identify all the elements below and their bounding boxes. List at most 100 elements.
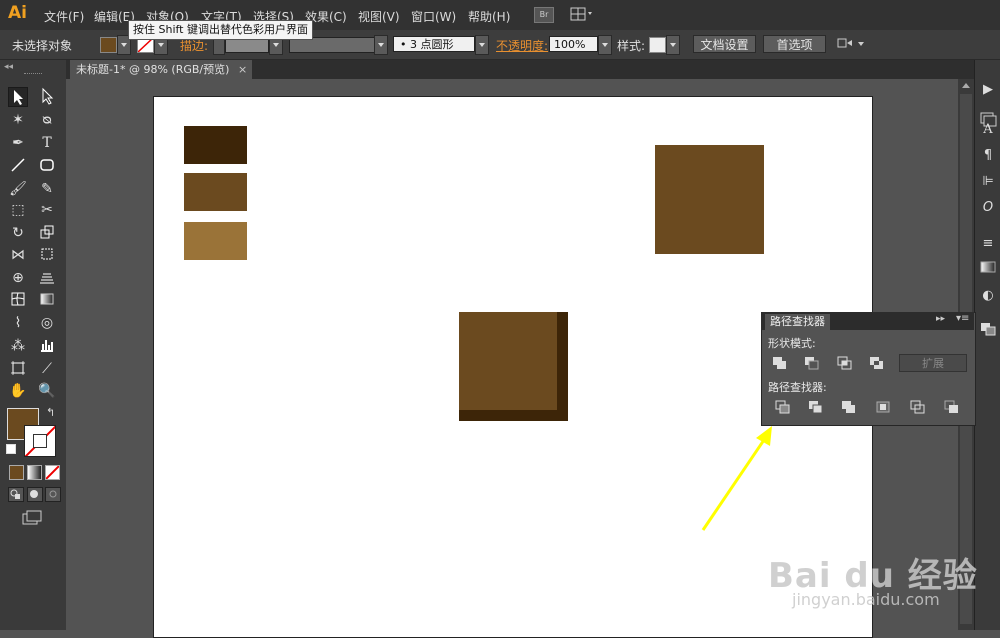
gradient-tool[interactable] <box>37 290 57 310</box>
blend-tool[interactable]: ◎ <box>37 313 57 333</box>
column-graph-tool[interactable] <box>37 336 57 356</box>
document-tab[interactable]: 未标题-1* @ 98% (RGB/预览) <box>70 60 252 79</box>
panel-grip[interactable] <box>24 73 42 76</box>
mesh-tool[interactable] <box>8 290 28 310</box>
slice-tool[interactable]: ⟋ <box>37 359 57 379</box>
panel-menu-icon[interactable]: ▾≡ <box>956 313 969 324</box>
opacity-label[interactable]: 不透明度: <box>496 37 548 54</box>
fill-swatch[interactable] <box>100 37 117 53</box>
draw-normal-button[interactable] <box>8 487 24 502</box>
type-tool[interactable]: T <box>37 133 57 153</box>
rounded-rectangle-tool[interactable] <box>37 156 57 176</box>
blob-brush-tool[interactable]: ⬚ <box>8 200 28 220</box>
draw-behind-button[interactable] <box>27 487 43 502</box>
unite-button[interactable] <box>772 356 788 370</box>
brush-definition[interactable]: • 3 点圆形 <box>393 36 475 52</box>
zoom-icon: 🔍 <box>38 383 56 399</box>
scale-icon <box>40 225 54 239</box>
none-mode-button[interactable] <box>45 465 60 480</box>
bridge-button[interactable]: Br <box>534 7 554 23</box>
minus-back-button[interactable] <box>944 400 960 414</box>
pathfinder-panel-icon[interactable] <box>977 322 999 342</box>
align-panel-icon[interactable]: ⊫ <box>977 172 999 192</box>
free-transform-tool[interactable] <box>37 245 57 265</box>
unite-icon <box>773 357 786 369</box>
pencil-tool[interactable]: ✎ <box>37 179 57 199</box>
exclude-button[interactable] <box>869 356 885 370</box>
brush-dropdown[interactable] <box>475 35 489 55</box>
selection-tool[interactable] <box>8 87 28 107</box>
opacity-dropdown[interactable] <box>598 35 612 55</box>
hand-icon: ✋ <box>9 383 27 399</box>
artboard-icon <box>11 361 25 375</box>
merge-button[interactable] <box>841 400 857 414</box>
magic-wand-tool[interactable]: ✶ <box>8 110 28 130</box>
hand-tool[interactable]: ✋ <box>8 381 28 401</box>
align-options-button[interactable] <box>836 36 866 52</box>
scale-tool[interactable] <box>37 223 57 243</box>
line-tool[interactable] <box>8 156 28 176</box>
lasso-tool[interactable]: ᴓ <box>37 110 57 130</box>
eyedropper-icon: ⌇ <box>14 315 22 331</box>
direct-selection-tool[interactable] <box>37 87 57 107</box>
play-action-icon[interactable]: ▶ <box>977 80 999 100</box>
character-panel-icon[interactable]: A <box>977 120 999 140</box>
opentype-panel-icon[interactable]: O <box>977 198 999 218</box>
no-stroke-icon <box>137 37 154 53</box>
paragraph-panel-icon[interactable]: ¶ <box>977 146 999 166</box>
style-swatch[interactable] <box>649 37 666 53</box>
stroke-panel-icon[interactable]: ≡ <box>977 234 999 254</box>
width-tool[interactable]: ⋈ <box>8 245 28 265</box>
scissors-icon: ✂ <box>41 202 53 218</box>
outline-button[interactable] <box>910 400 926 414</box>
eyedropper-tool[interactable]: ⌇ <box>8 313 28 333</box>
app-logo: Ai <box>8 3 27 23</box>
opacity-input[interactable]: 100% <box>549 36 598 52</box>
profile-dropdown[interactable] <box>374 35 388 55</box>
collapse-panel-icon[interactable]: ▸▸ <box>936 314 945 324</box>
front-square[interactable] <box>459 312 557 410</box>
preferences-button[interactable]: 首选项 <box>763 35 826 53</box>
crop-button[interactable] <box>875 400 891 414</box>
menu-window[interactable]: 窗口(W) <box>411 8 456 25</box>
menu-help[interactable]: 帮助(H) <box>468 8 510 25</box>
pen-tool[interactable]: ✒ <box>8 133 28 153</box>
scissors-tool[interactable]: ✂ <box>37 200 57 220</box>
pathfinder-tab[interactable]: 路径查找器 <box>765 314 830 330</box>
draw-inside-button[interactable] <box>45 487 61 502</box>
paintbrush-tool[interactable]: 🖌 <box>8 179 28 199</box>
intersect-button[interactable] <box>837 356 853 370</box>
perspective-grid-tool[interactable] <box>37 268 57 288</box>
collapse-icon[interactable]: ◂◂ <box>4 62 13 72</box>
swap-colors-icon[interactable]: ↰ <box>46 406 55 419</box>
default-colors-icon[interactable] <box>6 444 16 454</box>
scroll-up-icon[interactable] <box>962 83 970 88</box>
menu-file[interactable]: 文件(F) <box>44 8 84 25</box>
transparency-panel-icon[interactable]: ◐ <box>977 286 999 306</box>
dark-brown-rectangle[interactable] <box>184 126 247 164</box>
rotate-tool[interactable]: ↻ <box>8 223 28 243</box>
style-dropdown[interactable] <box>666 35 680 55</box>
zoom-tool[interactable]: 🔍 <box>37 381 57 401</box>
expand-button[interactable]: 扩展 <box>899 354 967 372</box>
close-tab-icon[interactable]: × <box>238 60 247 79</box>
pen-icon: ✒ <box>12 135 24 151</box>
divide-button[interactable] <box>775 400 791 414</box>
large-brown-square[interactable] <box>655 145 764 254</box>
brown-rectangle[interactable] <box>184 173 247 211</box>
screen-mode-button[interactable] <box>22 510 44 526</box>
trim-button[interactable] <box>808 400 824 414</box>
symbol-sprayer-tool[interactable]: ⁂ <box>8 336 28 356</box>
shape-builder-tool[interactable]: ⊕ <box>8 268 28 288</box>
light-brown-rectangle[interactable] <box>184 222 247 260</box>
minus-front-button[interactable] <box>804 356 820 370</box>
gradient-mode-button[interactable] <box>27 465 42 480</box>
color-mode-button[interactable] <box>9 465 24 480</box>
gradient-panel-icon[interactable] <box>977 260 999 280</box>
selection-arrow-icon <box>14 90 23 105</box>
menu-view[interactable]: 视图(V) <box>358 8 400 25</box>
artboard-tool[interactable] <box>8 359 28 379</box>
arrange-documents-button[interactable] <box>570 7 594 21</box>
divide-icon <box>775 400 790 414</box>
document-setup-button[interactable]: 文档设置 <box>693 35 756 53</box>
